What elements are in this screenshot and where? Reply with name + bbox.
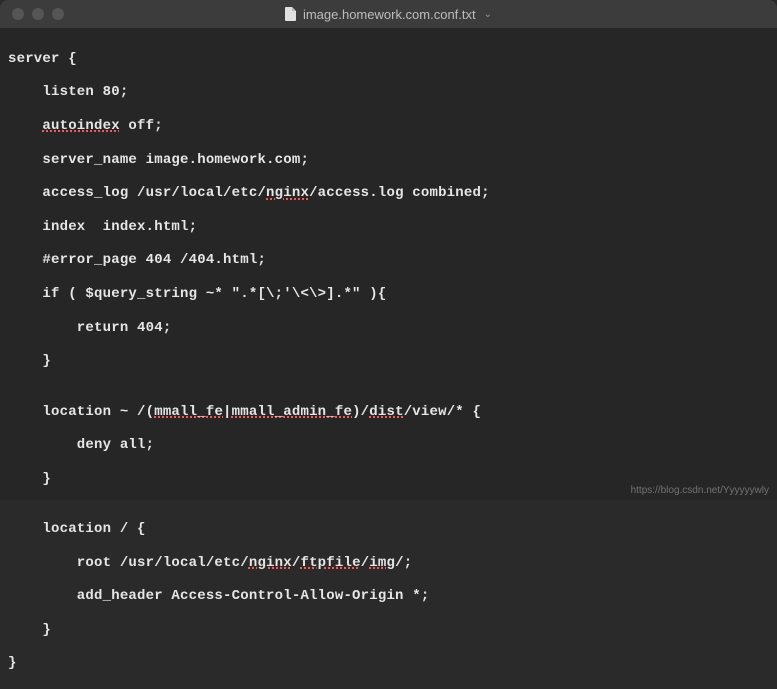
code-line: location ~ /(mmall_fe|mmall_admin_fe)/di… xyxy=(8,404,769,421)
spellcheck-underline: nginx xyxy=(266,185,309,201)
code-line: #error_page 404 /404.html; xyxy=(8,252,769,269)
code-line: access_log /usr/local/etc/nginx/access.l… xyxy=(8,185,769,202)
code-line: server_name image.homework.com; xyxy=(8,152,769,169)
editor-area[interactable]: server { listen 80; autoindex off; serve… xyxy=(0,28,777,500)
spellcheck-underline: autoindex xyxy=(42,118,119,134)
code-line: } xyxy=(8,353,769,370)
watermark-text: https://blog.csdn.net/Yyyyyywly xyxy=(631,485,769,496)
code-line: } xyxy=(8,655,769,672)
spellcheck-underline: mmall_fe xyxy=(154,404,223,420)
code-line: } xyxy=(8,622,769,639)
code-line: add_header Access-Control-Allow-Origin *… xyxy=(8,588,769,605)
document-icon xyxy=(285,7,297,21)
chevron-down-icon[interactable]: ⌄ xyxy=(484,9,492,20)
code-line: autoindex off; xyxy=(8,118,769,135)
spellcheck-underline: ftpfile xyxy=(300,555,360,571)
code-line: return 404; xyxy=(8,320,769,337)
code-line: listen 80; xyxy=(8,84,769,101)
code-line: location / { xyxy=(8,521,769,538)
window-title: image.homework.com.conf.txt xyxy=(303,7,476,22)
window-titlebar: image.homework.com.conf.txt ⌄ xyxy=(0,0,777,28)
code-line: if ( $query_string ~* ".*[\;'\<\>].*" ){ xyxy=(8,286,769,303)
spellcheck-underline: nginx xyxy=(249,555,292,571)
title-wrap: image.homework.com.conf.txt ⌄ xyxy=(0,7,777,22)
code-line: index index.html; xyxy=(8,219,769,236)
spellcheck-underline: img xyxy=(369,555,395,571)
code-line: deny all; xyxy=(8,437,769,454)
code-line: server { xyxy=(8,51,769,68)
code-line: root /usr/local/etc/nginx/ftpfile/img/; xyxy=(8,555,769,572)
spellcheck-underline: dist xyxy=(369,404,403,420)
spellcheck-underline: mmall_admin_fe xyxy=(232,404,352,420)
